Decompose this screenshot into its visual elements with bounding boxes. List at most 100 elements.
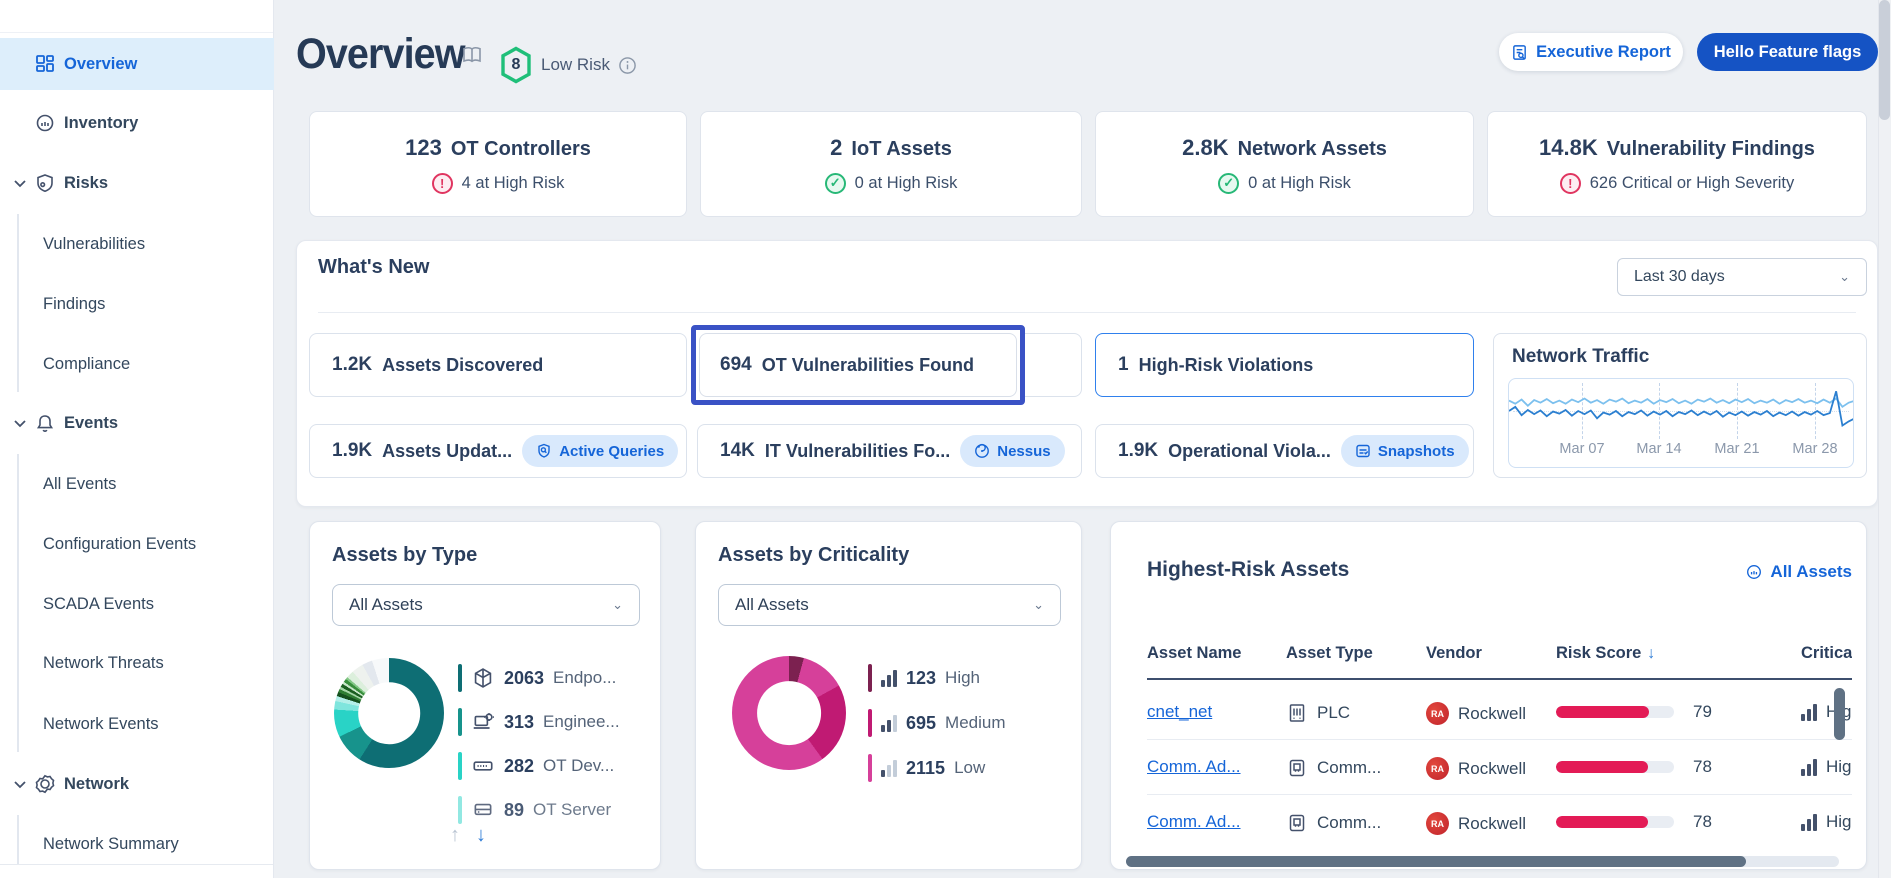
- sidebar-top-spacer: [0, 0, 273, 33]
- assets-by-type-filter[interactable]: All Assets ⌄: [332, 584, 640, 626]
- gear-icon: [34, 773, 56, 795]
- legend-item[interactable]: 89 OT Server: [458, 796, 611, 824]
- stat-label: Network Assets: [1238, 138, 1387, 161]
- stat-card-vulnerability-findings[interactable]: 14.8KVulnerability Findings !626 Critica…: [1487, 111, 1867, 217]
- sidebar-item-label: Network Events: [43, 715, 159, 734]
- assets-by-criticality-donut[interactable]: [732, 656, 846, 770]
- traffic-sparkline: [1509, 385, 1854, 437]
- criticality-high-icon: [1801, 813, 1817, 831]
- legend-label: Endpo...: [553, 668, 616, 688]
- criticality-high-icon: [1801, 703, 1817, 721]
- legend-item[interactable]: 2115 Low: [868, 754, 985, 782]
- sidebar-item-overview[interactable]: Overview: [0, 38, 274, 90]
- stat-card-network-assets[interactable]: 2.8KNetwork Assets ✓0 at High Risk: [1095, 111, 1474, 217]
- card-label: IT Vulnerabilities Fo...: [765, 441, 950, 462]
- sidebar-item-vulnerabilities[interactable]: Vulnerabilities: [0, 218, 274, 270]
- nessus-spiral-icon: [974, 443, 990, 459]
- legend-marker: [458, 796, 462, 824]
- column-header[interactable]: Asset Type: [1286, 644, 1373, 663]
- sidebar-item-configuration-events[interactable]: Configuration Events: [0, 518, 274, 570]
- assets-by-criticality-filter[interactable]: All Assets ⌄: [718, 584, 1061, 626]
- column-header[interactable]: Criticality: [1801, 644, 1852, 663]
- sidebar-item-scada-events[interactable]: SCADA Events: [0, 578, 274, 630]
- table-row-asset-name[interactable]: cnet_net: [1147, 702, 1212, 722]
- card-assets-updated[interactable]: 1.9K Assets Updat... Active Queries: [309, 424, 687, 478]
- x-tick-label: Mar 14: [1624, 441, 1694, 457]
- card-assets-discovered[interactable]: 1.2K Assets Discovered: [309, 333, 687, 397]
- legend-item[interactable]: 123 High: [868, 664, 980, 692]
- x-tick-label: Mar 21: [1702, 441, 1772, 457]
- stat-card-ot-controllers[interactable]: 123OT Controllers !4 at High Risk: [309, 111, 687, 217]
- card-operational-violations[interactable]: 1.9K Operational Viola... Snapshots: [1095, 424, 1474, 478]
- page-scrollbar-thumb[interactable]: [1879, 0, 1890, 120]
- chevron-down-icon[interactable]: [12, 776, 28, 792]
- info-icon[interactable]: [618, 56, 637, 75]
- sidebar-item-label: All Events: [43, 475, 116, 494]
- sidebar-item-risks[interactable]: Risks: [0, 157, 274, 209]
- legend-item[interactable]: 2063 Endpo...: [458, 664, 616, 692]
- active-queries-badge[interactable]: Active Queries: [522, 435, 678, 467]
- risk-score-bar: [1556, 761, 1674, 773]
- sidebar-item-network-summary[interactable]: Network Summary: [0, 818, 274, 870]
- card-value: 1.9K: [332, 440, 372, 462]
- table-row-asset-name[interactable]: Comm. Ad...: [1147, 757, 1241, 777]
- inventory-icon: [34, 112, 56, 134]
- chevron-down-icon: ⌄: [1839, 269, 1850, 285]
- sidebar-item-network-events[interactable]: Network Events: [0, 698, 274, 750]
- feature-flags-button[interactable]: Hello Feature flags: [1697, 33, 1878, 71]
- shield-icon: [34, 172, 56, 194]
- network-traffic-card[interactable]: Network Traffic Mar 07 Mar 14 Mar 21 Mar…: [1493, 333, 1867, 478]
- whats-new-title: What's New: [318, 256, 429, 279]
- card-ot-vulnerabilities-found-selected[interactable]: 694 OT Vulnerabilities Found: [691, 325, 1025, 405]
- sidebar-item-network-threats[interactable]: Network Threats: [0, 637, 274, 689]
- horizontal-scrollbar[interactable]: [1126, 856, 1839, 867]
- risk-score-badge[interactable]: 8 Low Risk: [499, 46, 637, 84]
- sidebar-item-network[interactable]: Network: [0, 758, 274, 810]
- sidebar-item-compliance[interactable]: Compliance: [0, 338, 274, 390]
- assets-by-type-donut[interactable]: [334, 658, 444, 768]
- column-header[interactable]: Vendor: [1426, 644, 1482, 663]
- table-row-vendor: RARockwell: [1426, 812, 1526, 835]
- page-scrollbar[interactable]: [1878, 0, 1891, 878]
- stat-card-iot-assets[interactable]: 2IoT Assets ✓0 at High Risk: [700, 111, 1082, 217]
- sidebar-item-events[interactable]: Events: [0, 397, 274, 449]
- sidebar-item-label: Network Threats: [43, 654, 164, 673]
- vertical-scrollbar-thumb[interactable]: [1834, 688, 1845, 740]
- sidebar-item-findings[interactable]: Findings: [0, 278, 274, 330]
- date-range-select[interactable]: Last 30 days ⌄: [1617, 258, 1867, 296]
- highest-risk-title: Highest-Risk Assets: [1147, 558, 1349, 582]
- table-row-asset-name[interactable]: Comm. Ad...: [1147, 812, 1241, 832]
- card-high-risk-violations[interactable]: 1 High-Risk Violations: [1095, 333, 1474, 397]
- page-down-arrow[interactable]: ↓: [476, 824, 486, 847]
- all-assets-link[interactable]: All Assets: [1745, 562, 1852, 582]
- legend-item[interactable]: 282 OT Dev...: [458, 752, 614, 780]
- network-traffic-chart: Mar 07 Mar 14 Mar 21 Mar 28: [1508, 378, 1854, 468]
- column-header[interactable]: Asset Name: [1147, 644, 1241, 663]
- alert-icon: !: [1560, 173, 1581, 194]
- legend-item[interactable]: 313 Enginee...: [458, 708, 620, 736]
- snapshot-icon: [1355, 443, 1371, 459]
- nessus-badge[interactable]: Nessus: [960, 435, 1064, 467]
- legend-marker: [458, 708, 462, 736]
- legend-value: 313: [504, 712, 534, 733]
- ot-device-icon: [471, 754, 495, 778]
- assets-by-criticality-card: Assets by Criticality All Assets ⌄ 123 H…: [695, 521, 1082, 870]
- table-row-risk-score: 78: [1556, 757, 1712, 777]
- sidebar-item-all-events[interactable]: All Events: [0, 458, 274, 510]
- snapshots-badge[interactable]: Snapshots: [1341, 435, 1469, 467]
- sidebar-item-inventory[interactable]: Inventory: [0, 97, 274, 149]
- chevron-down-icon[interactable]: [12, 415, 28, 431]
- horizontal-scrollbar-thumb[interactable]: [1126, 856, 1746, 867]
- sort-descending-icon[interactable]: ↓: [1647, 645, 1655, 662]
- column-header-risk-score[interactable]: Risk Score↓: [1556, 644, 1655, 663]
- legend-label: Enginee...: [543, 712, 620, 732]
- card-value: 14K: [720, 440, 755, 462]
- page-up-arrow[interactable]: ↑: [450, 824, 460, 847]
- executive-report-button[interactable]: Executive Report: [1499, 33, 1683, 71]
- chevron-down-icon[interactable]: [12, 175, 28, 191]
- stat-value: 14.8K: [1539, 135, 1598, 161]
- docs-book-icon[interactable]: [460, 44, 484, 66]
- comm-module-icon: [1286, 757, 1308, 779]
- card-it-vulnerabilities-found[interactable]: 14K IT Vulnerabilities Fo... Nessus: [697, 424, 1082, 478]
- legend-item[interactable]: 695 Medium: [868, 709, 1006, 737]
